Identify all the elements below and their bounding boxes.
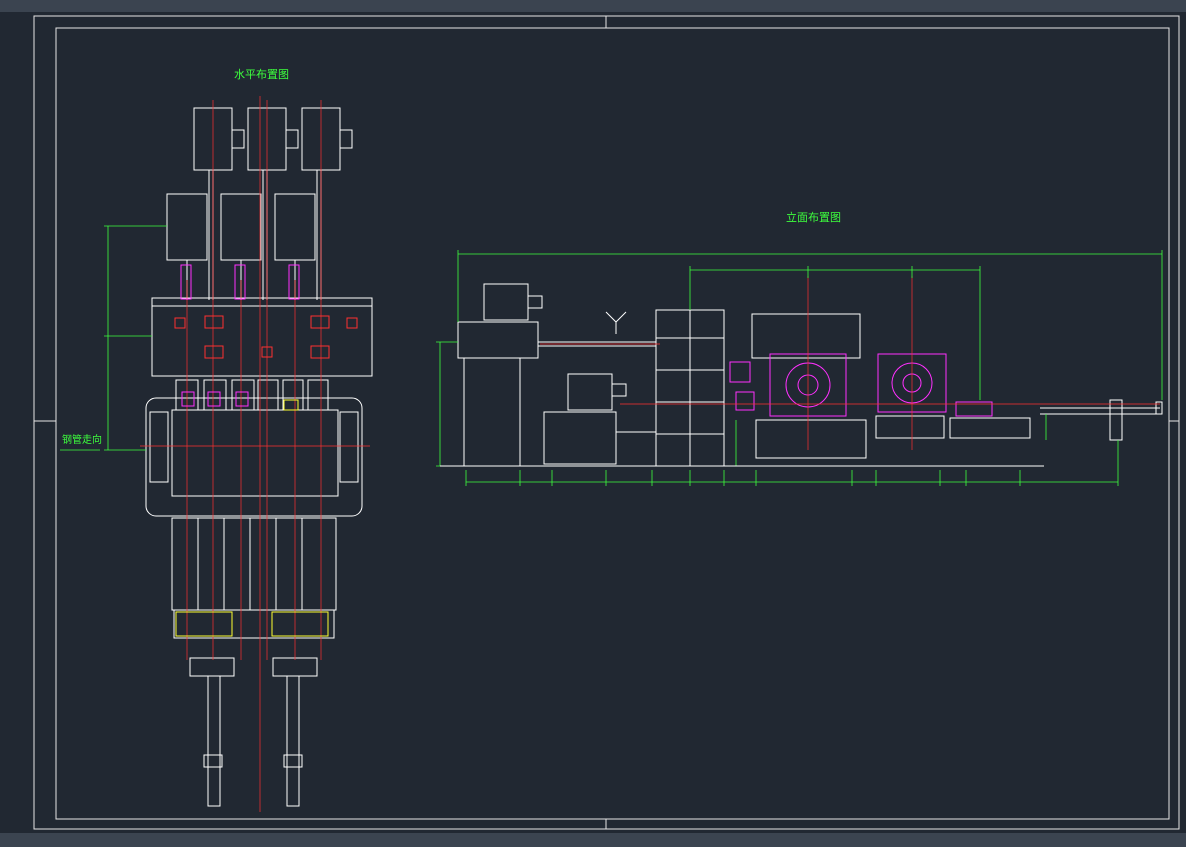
- outer-frame: [33, 15, 1180, 830]
- mill-frame: [145, 397, 363, 517]
- inner-frame: [55, 27, 1170, 820]
- elevation-centerlines: [540, 276, 1160, 450]
- elevation-dimensions: [436, 250, 1163, 486]
- bottom-status-strip: [0, 833, 1186, 847]
- plan-view: [145, 107, 373, 807]
- plan-accents: [175, 264, 329, 637]
- cad-drawing-canvas[interactable]: [0, 12, 1186, 833]
- plan-centerlines: [140, 96, 370, 812]
- elevation-gearboxes: [729, 353, 993, 417]
- top-toolbar-strip: [0, 0, 1186, 12]
- plan-dimensions: [60, 225, 167, 451]
- motor-row-top: [193, 107, 353, 300]
- gear-housing: [151, 297, 373, 377]
